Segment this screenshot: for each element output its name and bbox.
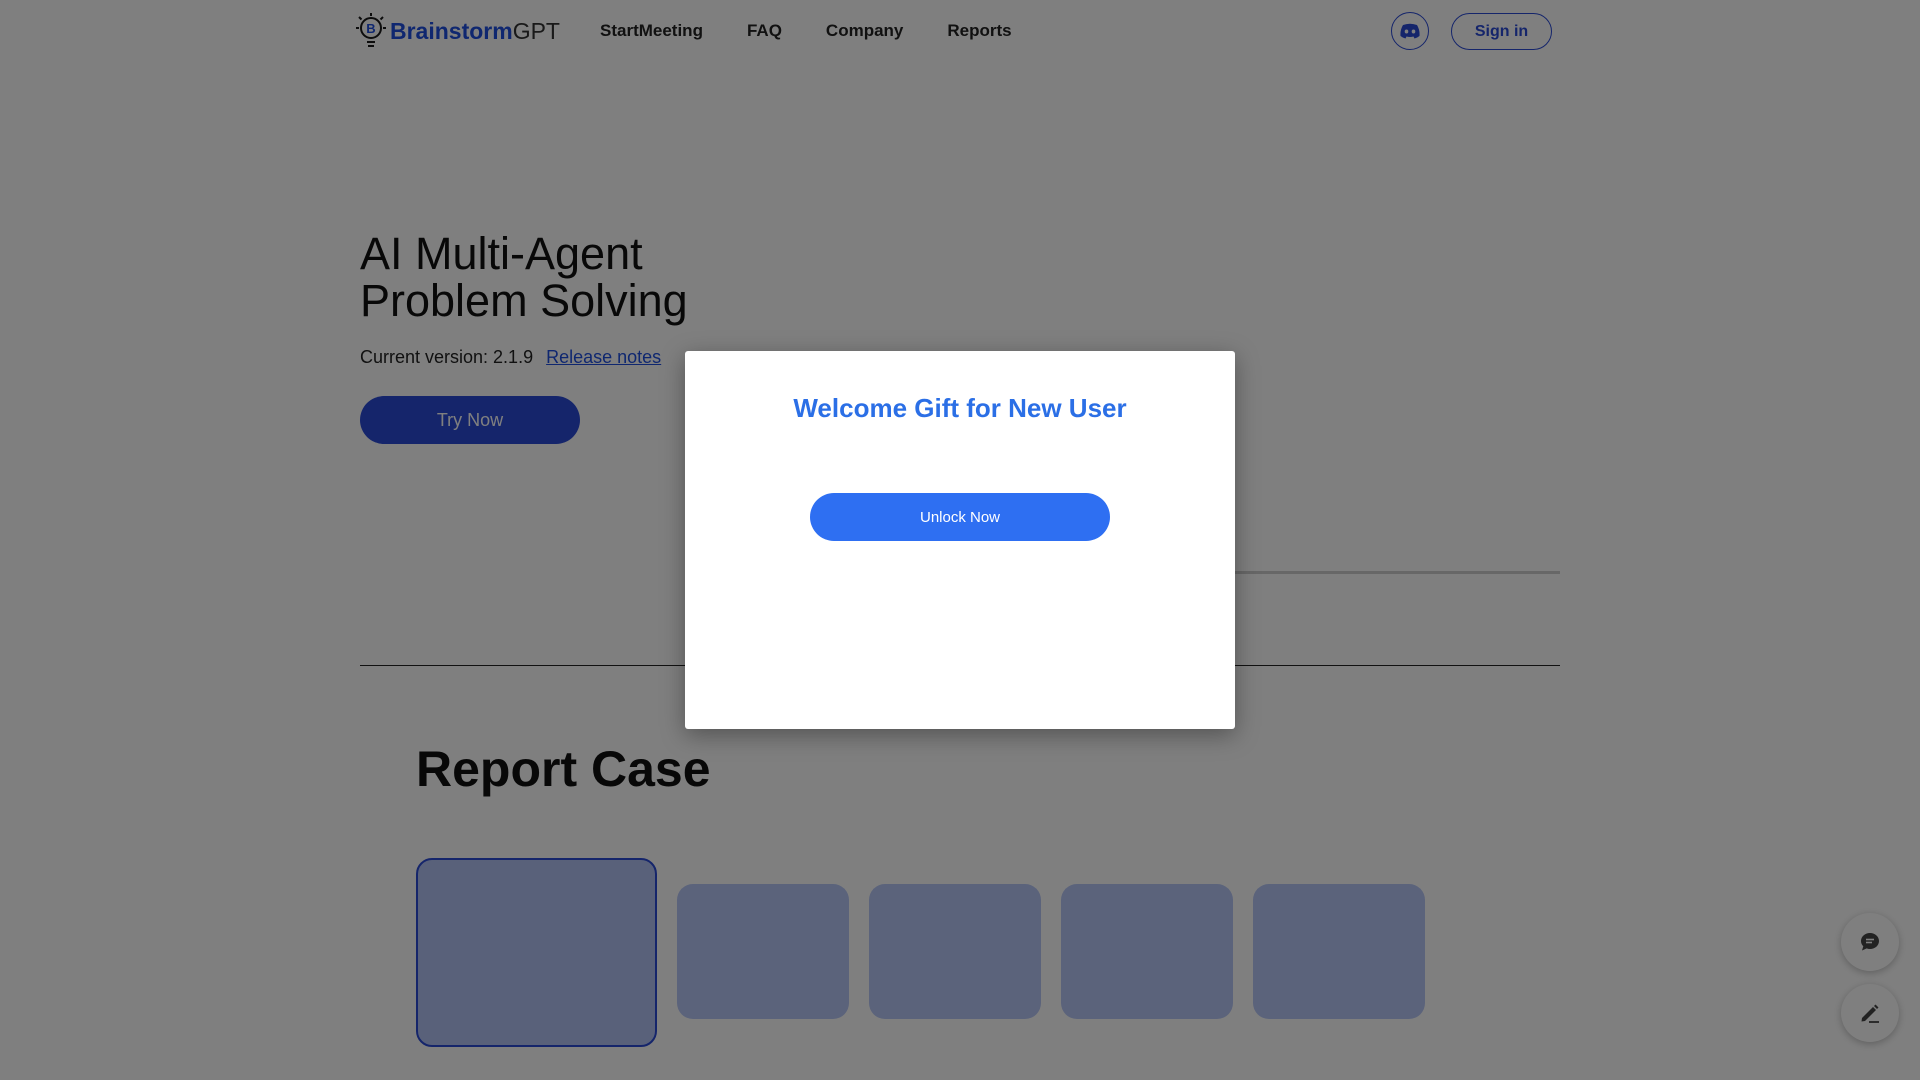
unlock-now-button[interactable]: Unlock Now [810, 493, 1110, 541]
modal-title: Welcome Gift for New User [793, 393, 1127, 423]
welcome-gift-modal: Welcome Gift for New User Unlock Now [685, 351, 1235, 729]
page: B BrainstormGPT StartMeeting FAQ Company… [0, 0, 1920, 1080]
